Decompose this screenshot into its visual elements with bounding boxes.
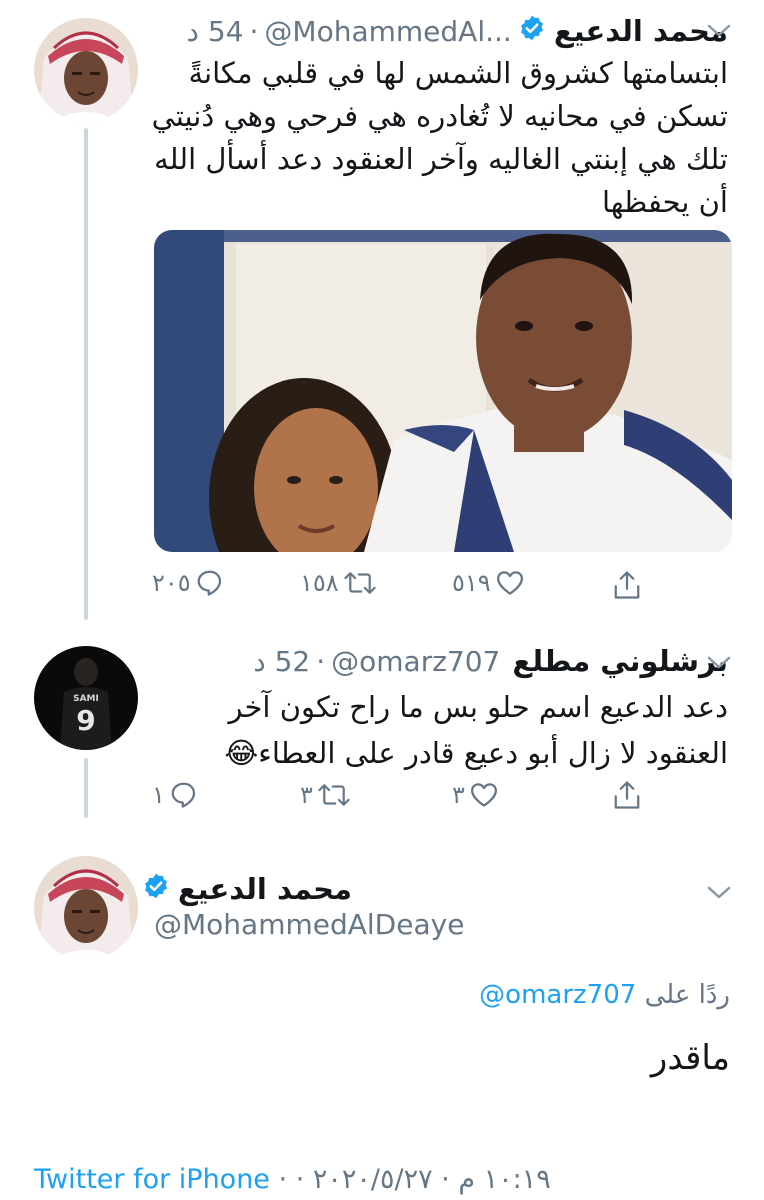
heart-icon [496,571,523,595]
separator: · [249,14,259,48]
tweet-time[interactable]: 54 د [187,15,244,48]
reply-icon [197,570,221,596]
reply-icon [171,782,196,808]
avatar-jersey-name: SAMI [73,694,99,704]
tweet-text-segment: العنقود لا زال أبو دعيع قادر على العطاء [258,736,728,770]
thread-connector-line [84,128,88,620]
tweet-body: ابتسامتها كشروق الشمس لها في قلبي مكانةً… [152,52,728,224]
reply-button[interactable]: ٢٠٥ [152,568,225,598]
user-display-name[interactable]: محمد الدعيع [554,14,728,48]
like-count: ٥١٩ [452,569,491,597]
avatar[interactable]: SAMI 9 [34,646,138,750]
avatar[interactable] [34,856,138,960]
replying-to-label: ردًا على [644,980,730,1010]
reply-count: ١ [152,781,165,809]
like-button[interactable]: ٥١٩ [452,568,525,598]
tweet-header: 54 د · @MohammedAl... محمد الدعيع [187,8,729,54]
tweet-text-line: تسكن في محانيه لا تُغادره هي فرحي وهي دُ… [151,99,728,133]
separator: · [316,644,326,678]
tweet-source-link[interactable]: Twitter for iPhone [34,1164,270,1195]
retweet-icon [318,784,350,806]
tweet-body: دعد الدعيع اسم حلو بس ما راح تكون آخر ال… [224,684,728,776]
user-handle[interactable]: @MohammedAlDeaye [154,908,464,941]
tweet-header: 52 د · @omarz707 برشلوني مطلع [253,638,728,684]
laughing-emoji: 😂 [224,736,259,770]
share-button[interactable] [612,778,642,812]
verified-badge-icon [142,872,170,907]
tweet-photo[interactable] [154,230,732,552]
tweet-thread-screen: 54 د · @MohammedAl... محمد الدعيع ابتسام… [0,0,764,1200]
heart-icon [470,783,497,807]
chevron-down-icon[interactable] [706,884,732,902]
tweet-text-line: ابتسامتها كشروق الشمس لها في قلبي مكانةً [188,56,728,90]
tweet-text-line: تلك هي إبنتي الغاليه وآخر العنقود دعد أس… [154,142,728,176]
reply-count: ٢٠٥ [152,569,191,597]
separator: · [278,1164,296,1195]
tweet-footer: Twitter for iPhone · ١٠:١٩ م · ٢٠٢٠/٥/٢٧… [34,1164,551,1195]
tweet-timestamp[interactable]: ١٠:١٩ م · ٢٠٢٠/٥/٢٧ · [296,1164,551,1195]
replying-to: ردًا على @omarz707 [479,980,730,1010]
chevron-down-icon[interactable] [706,22,732,40]
retweet-icon [344,572,376,594]
user-display-name[interactable]: برشلوني مطلع [512,644,728,678]
tweet-text-line: دعد الدعيع اسم حلو بس ما راح تكون آخر [228,690,729,724]
verified-badge-icon [518,14,546,49]
avatar[interactable] [34,18,138,122]
tweet-time[interactable]: 52 د [253,645,310,678]
tweet-text-line: أن يحفظها [601,185,728,219]
main-tweet-text: ماقدر [650,1038,730,1078]
thread-connector-line [84,758,88,818]
user-display-name[interactable]: محمد الدعيع [178,872,352,906]
share-button[interactable] [612,568,642,602]
reply-button[interactable]: ١ [152,780,199,810]
chevron-down-icon[interactable] [706,654,732,672]
retweet-count: ٣ [300,781,313,809]
share-icon [614,781,640,809]
user-handle[interactable]: @omarz707 [331,645,500,678]
like-count: ٣ [452,781,465,809]
replying-to-handle[interactable]: @omarz707 [479,980,636,1010]
retweet-button[interactable]: ٣ [300,780,351,810]
share-icon [614,571,640,599]
user-handle[interactable]: @MohammedAl... [264,15,511,48]
tweet-text-line: العنقود لا زال أبو دعيع قادر على العطاء😂 [224,730,728,776]
avatar-jersey-number: 9 [76,704,95,737]
like-button[interactable]: ٣ [452,780,499,810]
retweet-count: ١٥٨ [300,569,339,597]
main-tweet-name-row: محمد الدعيع [136,866,352,912]
retweet-button[interactable]: ١٥٨ [300,568,377,598]
